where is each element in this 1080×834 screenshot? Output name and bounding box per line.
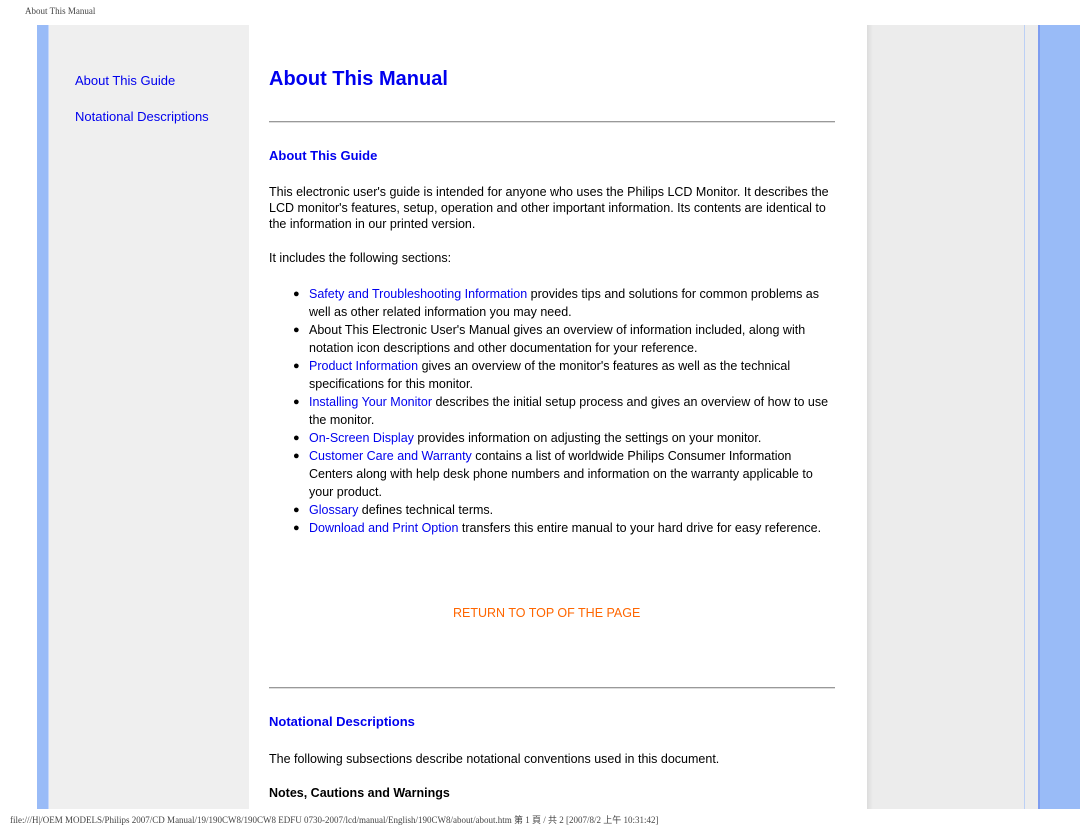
bullet-icon: ● xyxy=(293,360,300,372)
print-header: About This Manual xyxy=(25,6,96,16)
section-heading-notational-descriptions: Notational Descriptions xyxy=(269,714,415,729)
includes-paragraph: It includes the following sections: xyxy=(269,251,452,265)
list-item-text: defines technical terms. xyxy=(358,503,494,517)
page-title: About This Manual xyxy=(269,68,448,90)
bullet-icon: ● xyxy=(293,432,300,444)
print-footer: file:///H|/OEM MODELS/Philips 2007/CD Ma… xyxy=(10,815,659,825)
sidebar-item-about-this-guide[interactable]: About This Guide xyxy=(75,73,175,88)
divider xyxy=(269,687,835,689)
bullet-icon: ● xyxy=(293,288,300,300)
link-glossary[interactable]: Glossary xyxy=(309,503,358,517)
bullet-icon: ● xyxy=(293,504,300,516)
sidebar-item-notational-descriptions[interactable]: Notational Descriptions xyxy=(75,109,209,124)
sections-list: ● Safety and Troubleshooting Information … xyxy=(269,285,835,537)
link-on-screen-display[interactable]: On-Screen Display xyxy=(309,431,414,445)
link-installing-your-monitor[interactable]: Installing Your Monitor xyxy=(309,395,432,409)
intro-paragraph: This electronic user's guide is intended… xyxy=(269,185,829,231)
section-heading-about-this-guide: About This Guide xyxy=(269,148,378,163)
bullet-icon: ● xyxy=(293,396,300,408)
list-item: ● Download and Print Option transfers thi… xyxy=(269,519,835,537)
return-to-top-link[interactable]: RETURN TO TOP OF THE PAGE xyxy=(453,606,640,620)
list-item: ● About This Electronic User's Manual giv… xyxy=(269,321,835,357)
bullet-icon: ● xyxy=(293,324,300,336)
list-item-text: transfers this entire manual to your har… xyxy=(458,521,822,535)
divider xyxy=(269,121,835,123)
link-safety-troubleshooting[interactable]: Safety and Troubleshooting Information xyxy=(309,287,527,301)
subheading-notes-cautions-warnings: Notes, Cautions and Warnings xyxy=(269,786,450,800)
list-item: ● Safety and Troubleshooting Information … xyxy=(269,285,835,321)
link-download-print-option[interactable]: Download and Print Option xyxy=(309,521,458,535)
bullet-icon: ● xyxy=(293,450,300,462)
list-item: ● Customer Care and Warranty contains a l… xyxy=(269,447,835,501)
right-panel-divider xyxy=(1024,25,1025,809)
list-item: ● Glossary defines technical terms. xyxy=(269,501,835,519)
link-customer-care-warranty[interactable]: Customer Care and Warranty xyxy=(309,449,472,463)
list-item-text: About This Electronic User's Manual give… xyxy=(309,323,806,355)
list-item-text: provides information on adjusting the se… xyxy=(413,431,762,445)
link-product-information[interactable]: Product Information xyxy=(309,359,418,373)
right-decorative-stripe xyxy=(1038,25,1080,809)
list-item: ● Product Information gives an overview o… xyxy=(269,357,835,393)
list-item: ● Installing Your Monitor describes the i… xyxy=(269,393,835,429)
notational-intro: The following subsections describe notat… xyxy=(269,752,720,766)
list-item: ● On-Screen Display provides information … xyxy=(269,429,835,447)
left-decorative-stripe xyxy=(37,25,49,809)
bullet-icon: ● xyxy=(293,522,300,534)
right-panel xyxy=(873,25,1038,809)
sidebar-nav: About This Guide Notational Descriptions xyxy=(49,25,249,809)
